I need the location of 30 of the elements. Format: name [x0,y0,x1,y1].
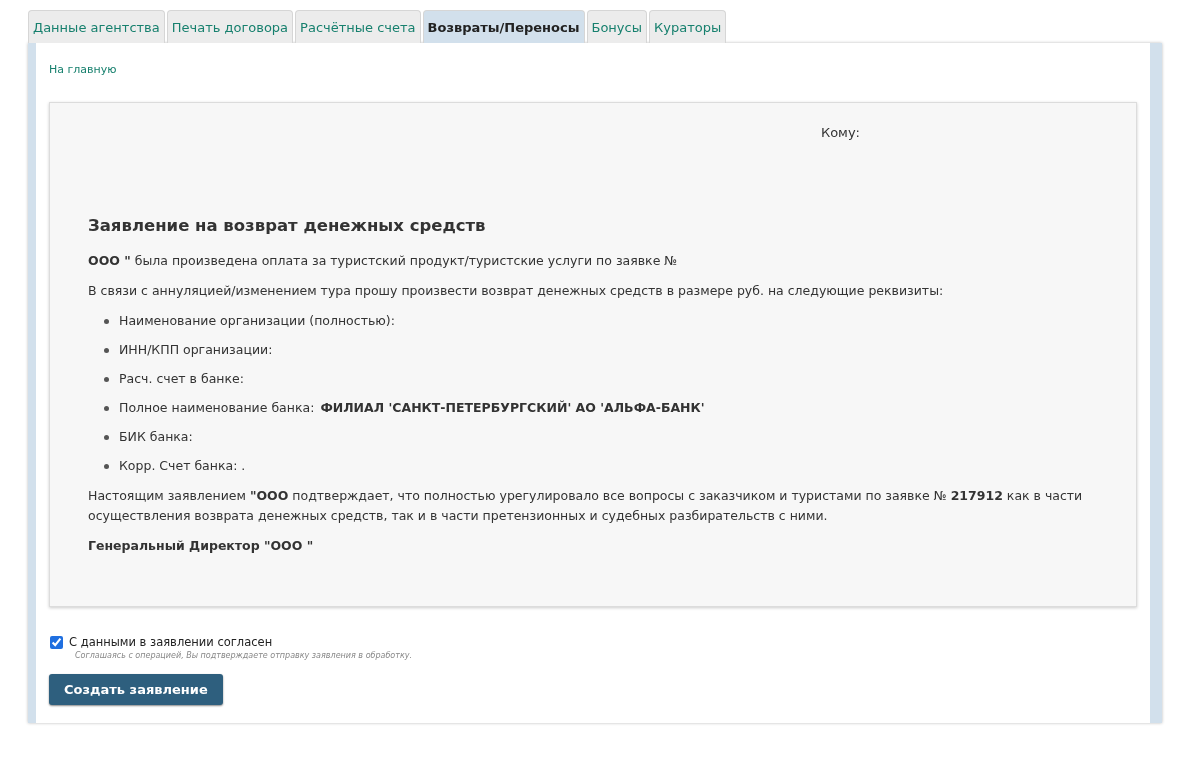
tab[interactable]: Печать договора [166,10,294,43]
requisite-label: Наименование организации (полностью): [119,312,395,330]
requisite-label: БИК банка: [119,428,193,446]
bullet-icon [104,463,109,469]
bullet-icon [104,376,109,382]
home-link[interactable]: На главную [49,63,117,76]
requisite-label: Расч. счет в банке: [119,370,244,388]
tab[interactable]: Возвраты/Переносы [422,10,585,43]
recipient-label: Кому: [820,125,860,140]
tab[interactable]: Данные агентства [28,10,165,43]
tab[interactable]: Расчётные счета [295,10,421,43]
agree-label: С данными в заявлении согласен [69,635,273,649]
bullet-icon [104,318,109,324]
tab[interactable]: Кураторы [649,10,727,43]
requisite-label: Полное наименование банка: [119,399,315,417]
bullet-icon [104,405,109,411]
confirmation-text: Настоящим заявлением "ООО подтверждает, что полностью урегулировало все вопросы с заказчиком и туристами по заявке № 217912 как в части осуществления возврата денежных средств, так и в части претензионных и судебных разбирательств с ними. [88,487,1084,525]
tab[interactable]: Бонусы [586,10,647,43]
agree-checkbox[interactable] [50,635,63,649]
requisite-label: Корр. Счет банка: . [119,457,246,475]
statement-text: ООО " была произведена оплата за туристский продукт/туристские услуги по заявке № [88,252,678,270]
create-statement-button[interactable]: Создать заявление [49,674,223,705]
agree-hint: Соглашаясь с операцией, Вы подтверждаете отправку заявления в обработку. [75,651,413,660]
requisite-value: ФИЛИАЛ 'САНКТ-ПЕТЕРБУРГСКИЙ' АО 'АЛЬФА-БАНК' [320,399,705,417]
statement-title: Заявление на возврат денежных средств [88,216,486,235]
bullet-icon [104,347,109,353]
signature-text: Генеральный Директор "ООО " [88,537,314,555]
requisite-label: ИНН/КПП организации: [119,341,273,359]
bullet-icon [104,434,109,440]
statement-text: В связи с аннуляцией/изменением тура прошу произвести возврат денежных средств в размере руб. на следующие реквизиты: [88,282,944,300]
